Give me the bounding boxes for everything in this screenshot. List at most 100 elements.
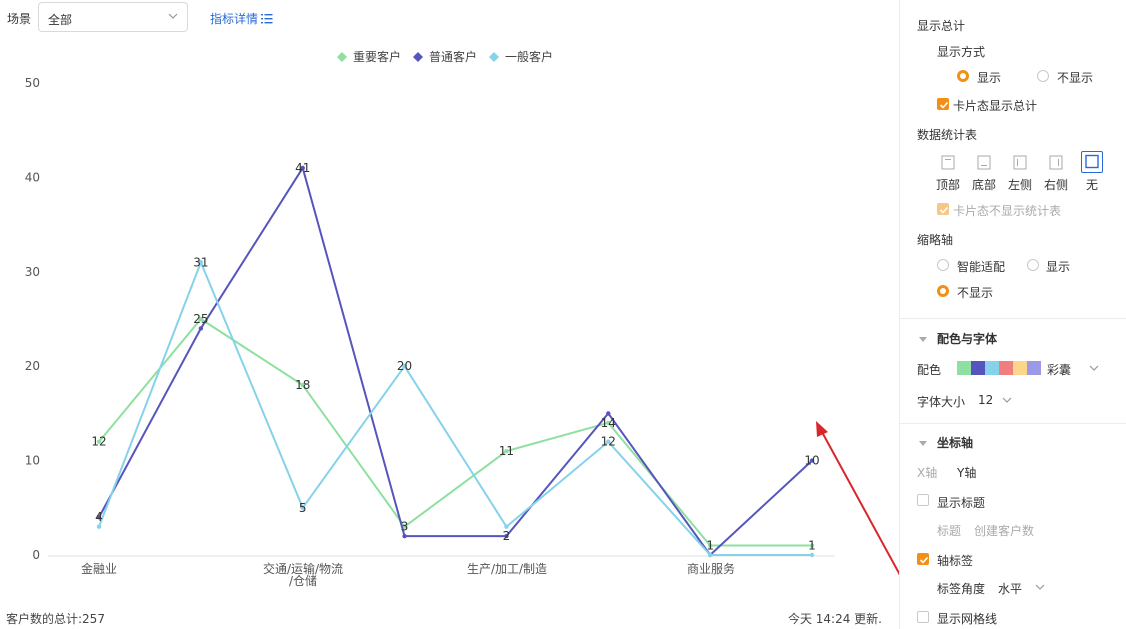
show-title-label: 显示标题 <box>937 496 986 510</box>
title-input[interactable]: 创建客户数 <box>974 522 1034 539</box>
legend-marker <box>337 52 347 62</box>
line-chart: 01020304050金融业 交通/运输/物流/仓储生产/加工/制造 商业服务重要客… <box>25 49 835 588</box>
font-size-value: 12 <box>978 393 994 407</box>
label-angle-label: 标签角度 <box>937 582 986 596</box>
metric-details-link[interactable]: 指标详情 <box>210 10 273 27</box>
color-font-heading: 配色与字体 <box>937 332 998 346</box>
position-left-button[interactable] <box>1009 152 1031 174</box>
data-label: 2 <box>503 529 511 543</box>
chevron-down-icon <box>1002 397 1012 403</box>
card-hide-stats-checkbox[interactable] <box>937 203 949 215</box>
radio-show[interactable] <box>957 70 969 82</box>
show-total-heading: 显示总计 <box>917 19 966 33</box>
position-none-label: 无 <box>1086 178 1099 192</box>
card-show-total-checkbox[interactable] <box>937 98 949 110</box>
radio-hide[interactable] <box>1037 70 1049 82</box>
data-label: 25 <box>193 312 208 326</box>
card-hide-stats-label: 卡片态不显示统计表 <box>953 204 1062 218</box>
legend-label: 一般客户 <box>505 49 553 64</box>
x-tick-label: 生产/加工/制造 <box>467 562 547 576</box>
series-line <box>98 259 812 556</box>
layout-right-icon <box>1049 155 1063 170</box>
check-icon <box>939 101 949 109</box>
data-label: 14 <box>601 416 616 430</box>
palette-swatch <box>999 361 1013 375</box>
x-tick-label: /仓储 <box>289 573 317 588</box>
legend-label: 重要客户 <box>353 49 401 64</box>
title-label: 标题 <box>937 524 962 538</box>
tab-x-axis[interactable]: X轴 <box>917 464 937 481</box>
position-top-button[interactable] <box>937 152 959 174</box>
card-show-total-label: 卡片态显示总计 <box>953 99 1038 113</box>
display-mode-label: 显示方式 <box>937 45 986 59</box>
scene-select[interactable]: 全部 <box>38 2 188 32</box>
layout-bottom-icon <box>977 155 991 170</box>
legend-label: 普通客户 <box>429 49 477 64</box>
palette-swatch <box>957 361 971 375</box>
radio-thumb-hide[interactable] <box>937 285 949 297</box>
data-point <box>96 524 102 529</box>
y-tick-label: 10 <box>25 454 40 468</box>
position-none-button[interactable] <box>1081 151 1103 173</box>
axis-heading: 坐标轴 <box>937 436 974 450</box>
data-label: 5 <box>299 501 307 515</box>
data-label: 41 <box>295 161 310 175</box>
y-tick-label: 50 <box>25 76 40 90</box>
dashboard-chart-editor: 场景 全部 指标详情 0 10 20 30 40 50 金融业 交通/运输/物流/仓储 生产/加… <box>0 0 1126 629</box>
palette-swatch <box>1013 361 1027 375</box>
x-tick-label: 商业服务 <box>687 561 735 576</box>
position-bottom-label: 底部 <box>972 178 997 192</box>
show-title-checkbox[interactable] <box>917 494 929 506</box>
position-right-button[interactable] <box>1045 152 1067 174</box>
list-icon <box>261 14 273 24</box>
thumb-axis-heading: 缩略轴 <box>917 233 954 247</box>
layout-top-icon <box>941 155 955 170</box>
data-label: 12 <box>91 435 106 449</box>
data-point <box>402 533 407 539</box>
series-line <box>98 165 813 557</box>
chevron-down-icon <box>1035 584 1045 590</box>
total-count: 客户数的总计:257 <box>6 612 105 626</box>
collapse-triangle-icon[interactable] <box>919 337 927 342</box>
data-label: 10 <box>804 454 819 468</box>
series-line <box>98 317 812 547</box>
show-grid-label: 显示网格线 <box>937 612 998 626</box>
color-label: 配色 <box>917 363 942 377</box>
layout-none-icon <box>1085 154 1099 169</box>
axis-labels-checkbox[interactable] <box>917 553 929 565</box>
scene-select-value: 全部 <box>48 13 73 27</box>
data-label: 11 <box>499 444 514 458</box>
font-size-label: 字体大小 <box>917 395 966 409</box>
radio-show-label: 显示 <box>977 71 1002 85</box>
data-point <box>707 552 713 558</box>
position-right-label: 右侧 <box>1044 178 1069 192</box>
position-bottom-button[interactable] <box>973 152 995 174</box>
y-tick-label: 0 <box>32 548 40 562</box>
y-tick-label: 30 <box>25 265 40 279</box>
data-label: 4 <box>95 510 103 524</box>
palette-swatch <box>1027 361 1041 375</box>
divider <box>900 318 1126 319</box>
update-time: 今天 14:24 更新. <box>787 612 882 626</box>
settings-panel: 显示总计 显示方式 显示 不显示 卡片态显示总计 数据统计表 顶部 底部 左侧 … <box>899 0 1126 629</box>
data-label: 3 <box>401 520 409 534</box>
palette-swatch <box>985 361 999 375</box>
chevron-down-icon <box>1089 365 1099 371</box>
layout-left-icon <box>1013 155 1027 170</box>
data-label: 31 <box>193 255 208 269</box>
radio-thumb-hide-label: 不显示 <box>957 286 994 300</box>
axis-labels-label: 轴标签 <box>937 554 974 568</box>
metric-details-label: 指标详情 <box>210 12 259 26</box>
data-label: 12 <box>601 435 616 449</box>
y-tick-label: 20 <box>25 359 40 373</box>
legend-marker <box>489 52 499 62</box>
stats-table-heading: 数据统计表 <box>917 128 978 142</box>
collapse-triangle-icon[interactable] <box>919 441 927 446</box>
radio-thumb-show[interactable] <box>1027 259 1039 271</box>
data-label: 1 <box>808 539 816 553</box>
chevron-down-icon <box>168 13 178 19</box>
x-tick-label: 金融业 <box>81 561 117 576</box>
show-grid-checkbox[interactable] <box>917 611 929 623</box>
tab-y-axis[interactable]: Y轴 <box>957 464 976 481</box>
radio-smart-fit[interactable] <box>937 259 949 271</box>
